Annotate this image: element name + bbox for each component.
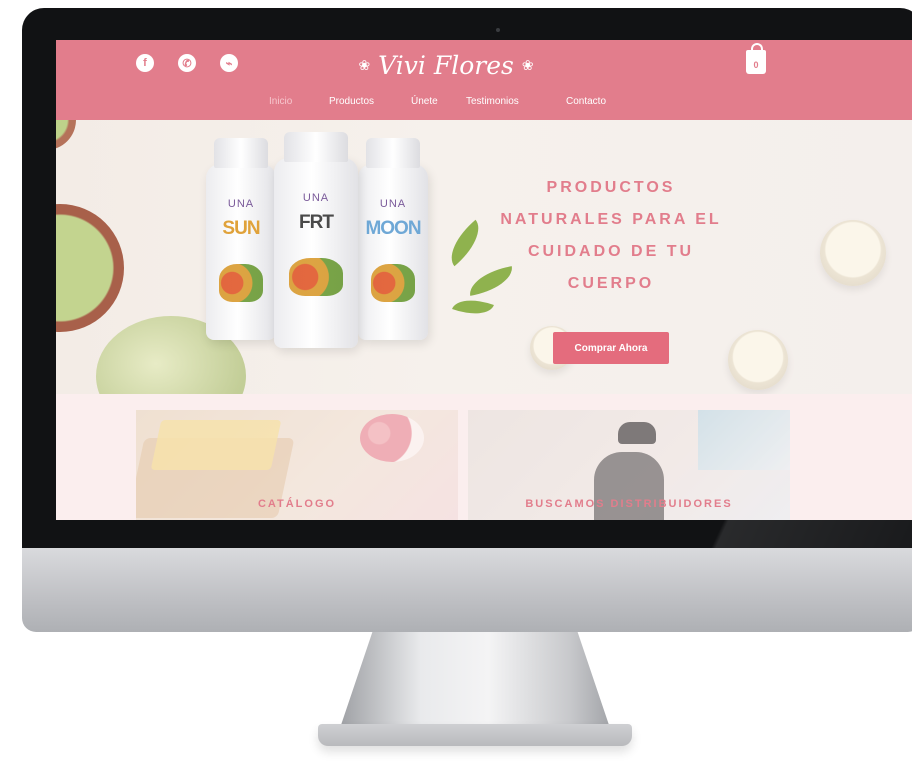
product-bottle: UNA MOON xyxy=(358,138,428,340)
monitor-stand-neck xyxy=(340,632,610,728)
nav-item-inicio[interactable]: Inicio xyxy=(269,96,292,110)
cart-count: 0 xyxy=(753,60,759,70)
feature-cards: CATÁLOGO BUSCAMOS DISTRIBUIDORES xyxy=(56,394,912,520)
site-logo[interactable]: ❀ Vivi Flores ❀ xyxy=(341,48,551,82)
bottle-brand: UNA xyxy=(227,198,255,210)
nav-item-unete[interactable]: Únete xyxy=(411,96,438,110)
whatsapp-icon[interactable]: ✆ xyxy=(178,54,196,72)
nav-item-testimonios[interactable]: Testimonios xyxy=(466,96,519,110)
site-header: f ✆ ⌁ ❀ Vivi Flores ❀ 0 Inicio Productos… xyxy=(56,40,912,120)
bottle-cap xyxy=(214,138,268,168)
distributors-card-label: BUSCAMOS DISTRIBUIDORES xyxy=(525,498,733,510)
bowl-decoration xyxy=(56,120,76,150)
catalog-card-label: CATÁLOGO xyxy=(257,498,337,510)
hero-banner: UNA SUN UNA FRT UNA MOON PRODUCTOS NATUR… xyxy=(56,120,912,394)
bottle-brand: UNA xyxy=(379,198,407,210)
bottle-product-name: SUN xyxy=(222,218,260,239)
distributors-card[interactable]: BUSCAMOS DISTRIBUIDORES xyxy=(468,410,790,520)
candle-decoration xyxy=(820,220,886,286)
hero-headline-line: CUERPO xyxy=(567,275,655,292)
shopping-bag-icon[interactable]: 0 xyxy=(746,43,766,74)
bowl-decoration xyxy=(56,204,124,332)
catalog-card[interactable]: CATÁLOGO xyxy=(136,410,458,520)
hero-headline-line: PRODUCTOS xyxy=(546,179,676,196)
nav-item-contacto[interactable]: Contacto xyxy=(566,96,606,110)
flower-ornament-icon: ❀ xyxy=(358,56,371,73)
flower-ornament-icon: ❀ xyxy=(521,56,534,73)
website-screen: f ✆ ⌁ ❀ Vivi Flores ❀ 0 Inicio Productos… xyxy=(56,40,912,520)
monitor-stand-base xyxy=(318,724,632,746)
logo-text: Vivi Flores xyxy=(378,50,514,80)
facebook-icon[interactable]: f xyxy=(136,54,154,72)
product-bottle: UNA FRT xyxy=(274,132,358,348)
bottle-product-name: FRT xyxy=(299,212,334,233)
shopping-bag-handle xyxy=(751,43,763,53)
hero-headline-line: NATURALES PARA EL xyxy=(500,211,722,228)
hero-headline-line: CUIDADO DE TU xyxy=(527,243,695,260)
bottle-cap xyxy=(366,138,420,168)
camera-dot xyxy=(496,28,500,32)
bottle-brand: UNA xyxy=(302,192,330,204)
bottle-cap xyxy=(284,132,348,162)
comprar-ahora-button[interactable]: Comprar Ahora xyxy=(553,332,669,364)
fruit-illustration xyxy=(289,258,343,296)
nav-item-productos[interactable]: Productos xyxy=(329,96,374,110)
candle-decoration xyxy=(728,330,788,390)
fruit-illustration xyxy=(370,264,416,302)
leaf-decoration xyxy=(440,219,490,267)
fruit-illustration xyxy=(218,264,264,302)
hero-headline: PRODUCTOS NATURALES PARA EL CUIDADO DE T… xyxy=(486,172,736,300)
product-bottle: UNA SUN xyxy=(206,138,276,340)
bottle-product-name: MOON xyxy=(365,218,421,239)
messenger-icon[interactable]: ⌁ xyxy=(220,54,238,72)
monitor-chin xyxy=(22,548,912,632)
